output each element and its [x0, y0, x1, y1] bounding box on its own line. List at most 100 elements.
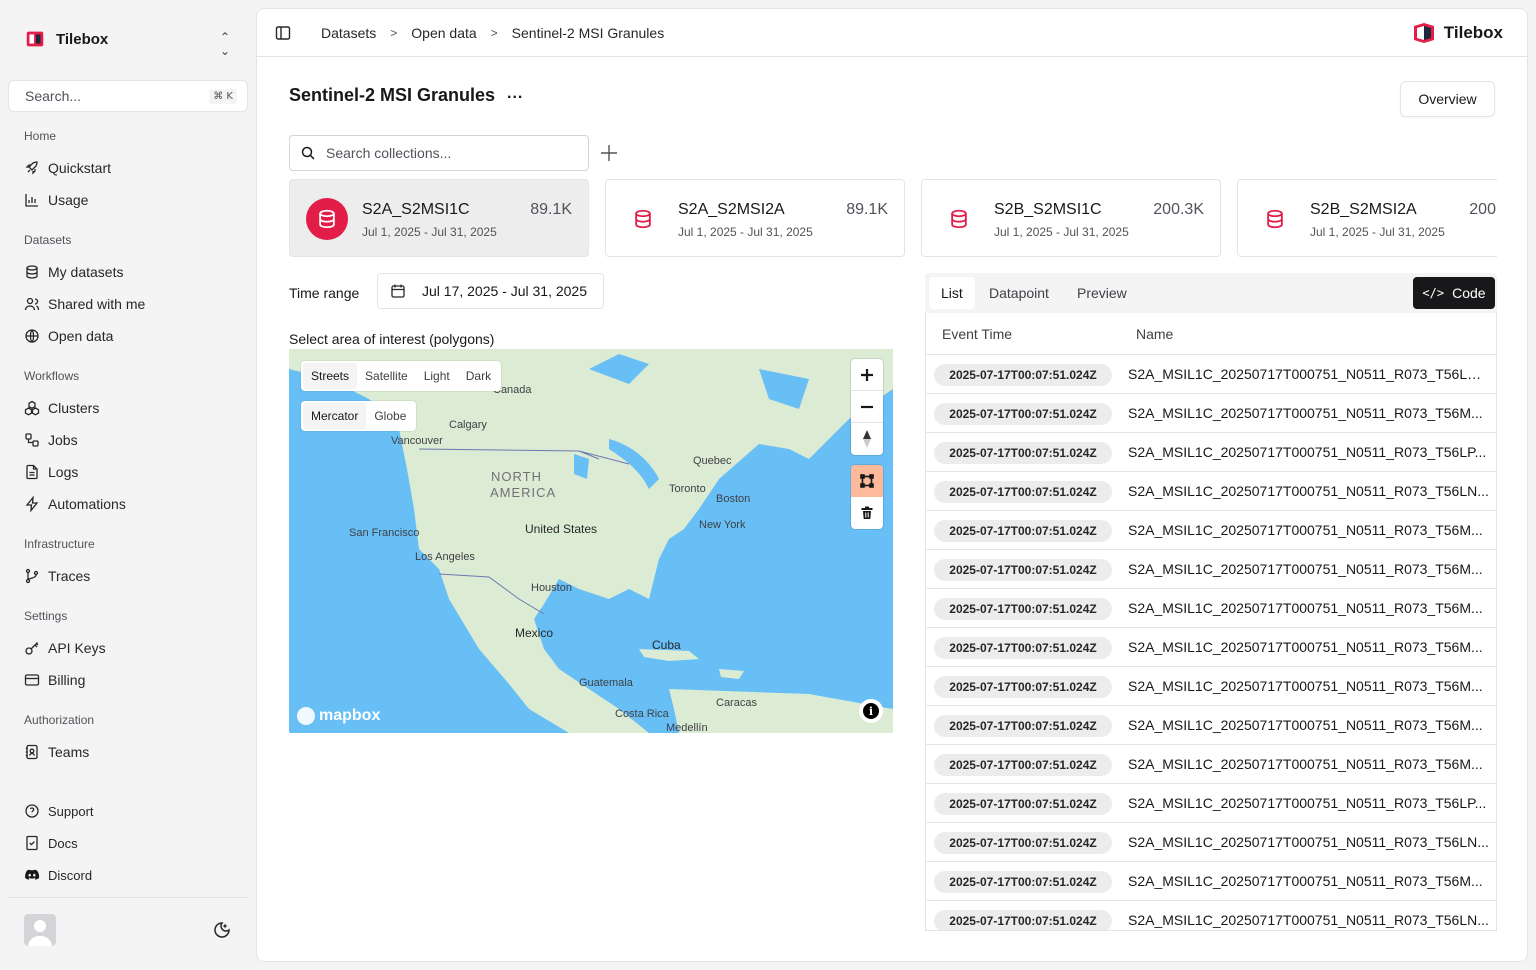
more-options-button[interactable]: ... [507, 85, 523, 103]
collection-search-input[interactable]: Search collections... [289, 135, 589, 171]
sidebar-item-support[interactable]: Support [16, 796, 240, 826]
table-row[interactable]: 2025-07-17T00:07:51.024Z S2A_MSIL1C_20250… [926, 706, 1496, 745]
table-row[interactable]: 2025-07-17T00:07:51.024Z S2A_MSIL1C_20250… [926, 394, 1496, 433]
sidebar-item-jobs[interactable]: Jobs [16, 425, 240, 455]
sidebar-item-docs[interactable]: Docs [16, 828, 240, 858]
column-event-time[interactable]: Event Time [942, 326, 1012, 342]
granule-name: S2A_MSIL1C_20250717T000751_N0511_R073_T5… [1128, 678, 1483, 694]
sidebar-item-automations[interactable]: Automations [16, 489, 240, 519]
breadcrumb-open-data[interactable]: Open data [411, 25, 476, 41]
map-style-satellite[interactable]: Satellite [357, 363, 416, 389]
polygon-icon [860, 474, 874, 488]
sidebar-search[interactable]: Search... ⌘ K [8, 80, 248, 112]
event-time-badge: 2025-07-17T00:07:51.024Z [934, 559, 1112, 581]
table-row[interactable]: 2025-07-17T00:07:51.024Z S2A_MSIL1C_20250… [926, 589, 1496, 628]
sidebar-toggle-icon[interactable] [275, 25, 291, 41]
map-style-streets[interactable]: Streets [303, 363, 358, 389]
time-range-picker[interactable]: Jul 17, 2025 - Jul 31, 2025 [377, 273, 604, 309]
breadcrumb-datasets[interactable]: Datasets [321, 25, 376, 41]
table-row[interactable]: 2025-07-17T00:07:51.024Z S2A_MSIL1C_20250… [926, 862, 1496, 901]
map-projection-globe[interactable]: Globe [366, 403, 414, 429]
table-row[interactable]: 2025-07-17T00:07:51.024Z S2A_MSIL1C_20250… [926, 511, 1496, 550]
map-label-america: AMERICA [490, 485, 557, 500]
table-row[interactable]: 2025-07-17T00:07:51.024Z S2A_MSIL1C_20250… [926, 823, 1496, 862]
delete-polygon-button[interactable] [851, 497, 883, 529]
sidebar-item-open-data[interactable]: Open data [16, 321, 240, 351]
sidebar-item-label: Usage [48, 192, 89, 208]
boxes-icon [24, 400, 40, 416]
collection-card[interactable]: S2B_S2MSI2A 200.3K Jul 1, 2025 - Jul 31,… [1237, 179, 1497, 257]
info-icon: i [863, 703, 879, 719]
map-zoom-controls [851, 359, 883, 455]
event-time-badge: 2025-07-17T00:07:51.024Z [934, 364, 1112, 386]
map[interactable]: Canada Calgary Vancouver NORTH AMERICA Q… [289, 349, 893, 733]
sidebar-item-my-datasets[interactable]: My datasets [16, 257, 240, 287]
event-time-badge: 2025-07-17T00:07:51.024Z [934, 793, 1112, 815]
sidebar-item-usage[interactable]: Usage [16, 185, 240, 215]
sidebar-item-discord[interactable]: Discord [16, 860, 240, 890]
zoom-in-button[interactable] [851, 359, 883, 391]
table-row[interactable]: 2025-07-17T00:07:51.024Z S2A_MSIL1C_20250… [926, 901, 1496, 930]
map-style-light[interactable]: Light [416, 363, 458, 389]
table-row[interactable]: 2025-07-17T00:07:51.024Z S2A_MSIL1C_20250… [926, 667, 1496, 706]
column-name[interactable]: Name [1136, 326, 1173, 342]
reset-north-button[interactable] [851, 423, 883, 455]
event-time-badge: 2025-07-17T00:07:51.024Z [934, 442, 1112, 464]
avatar[interactable] [24, 914, 56, 946]
mapbox-wordmark: mapbox [319, 707, 381, 724]
calendar-icon [391, 284, 405, 298]
workflow-icon [24, 432, 40, 448]
database-icon [306, 198, 348, 240]
table-row[interactable]: 2025-07-17T00:07:51.024Z S2A_MSIL1C_20250… [926, 472, 1496, 511]
table-row[interactable]: 2025-07-17T00:07:51.024Z S2A_MSIL1C_20250… [926, 628, 1496, 667]
table-row[interactable]: 2025-07-17T00:07:51.024Z S2A_MSIL1C_20250… [926, 784, 1496, 823]
map-draw-controls [851, 465, 883, 529]
tab-datapoint[interactable]: Datapoint [977, 277, 1061, 309]
sidebar-item-clusters[interactable]: Clusters [16, 393, 240, 423]
tilebox-logo [26, 31, 44, 47]
sidebar-item-label: Discord [48, 867, 93, 883]
event-time-badge: 2025-07-17T00:07:51.024Z [934, 832, 1112, 854]
tab-preview[interactable]: Preview [1065, 277, 1139, 309]
overview-button[interactable]: Overview [1400, 81, 1495, 117]
sidebar-item-api-keys[interactable]: API Keys [16, 633, 240, 663]
map-label-cuba: Cuba [652, 638, 681, 652]
collection-card[interactable]: S2A_S2MSI1C 89.1K Jul 1, 2025 - Jul 31, … [289, 179, 589, 257]
aoi-label: Select area of interest (polygons) [289, 331, 495, 347]
table-row[interactable]: 2025-07-17T00:07:51.024Z S2A_MSIL1C_20250… [926, 550, 1496, 589]
brand-logo[interactable]: Tilebox [1412, 21, 1503, 45]
breadcrumb: Datasets > Open data > Sentinel-2 MSI Gr… [321, 25, 664, 41]
event-time-badge: 2025-07-17T00:07:51.024Z [934, 910, 1112, 930]
tab-list[interactable]: List [929, 277, 975, 309]
code-button[interactable]: </> Code [1413, 277, 1495, 309]
draw-polygon-button[interactable] [851, 465, 883, 497]
sidebar-item-billing[interactable]: Billing [16, 665, 240, 695]
sidebar-item-teams[interactable]: Teams [16, 737, 240, 767]
plus-icon [861, 368, 873, 381]
file-text-icon [24, 464, 40, 480]
zoom-out-button[interactable] [851, 391, 883, 423]
compass-icon [863, 430, 871, 448]
plus-icon[interactable] [599, 143, 619, 163]
sidebar-item-label: Shared with me [48, 296, 146, 312]
map-style-dark[interactable]: Dark [458, 363, 499, 389]
table-row[interactable]: 2025-07-17T00:07:51.024Z S2A_MSIL1C_20250… [926, 355, 1496, 394]
page-title: Sentinel-2 MSI Granules [289, 85, 496, 105]
map-label-los-angeles: Los Angeles [415, 551, 475, 563]
sidebar-item-logs[interactable]: Logs [16, 457, 240, 487]
sidebar-item-traces[interactable]: Traces [16, 561, 240, 591]
map-projection-mercator[interactable]: Mercator [303, 403, 367, 429]
mapbox-logo[interactable]: mapbox [297, 707, 380, 725]
map-label-medellin: Medellín [666, 722, 708, 733]
table-row[interactable]: 2025-07-17T00:07:51.024Z S2A_MSIL1C_20250… [926, 433, 1496, 472]
collection-card[interactable]: S2B_S2MSI1C 200.3K Jul 1, 2025 - Jul 31,… [921, 179, 1221, 257]
attribution-button[interactable]: i [859, 699, 883, 723]
map-projection-switcher: Mercator Globe [301, 401, 417, 431]
sidebar-item-quickstart[interactable]: Quickstart [16, 153, 240, 183]
collection-card[interactable]: S2A_S2MSI2A 89.1K Jul 1, 2025 - Jul 31, … [605, 179, 905, 257]
table-row[interactable]: 2025-07-17T00:07:51.024Z S2A_MSIL1C_20250… [926, 745, 1496, 784]
theme-toggle-icon[interactable] [212, 920, 232, 940]
workspace-switcher[interactable]: Tilebox ⌃ ⌄ [16, 22, 240, 58]
section-settings: Settings [24, 609, 68, 623]
sidebar-item-shared-with-me[interactable]: Shared with me [16, 289, 240, 319]
